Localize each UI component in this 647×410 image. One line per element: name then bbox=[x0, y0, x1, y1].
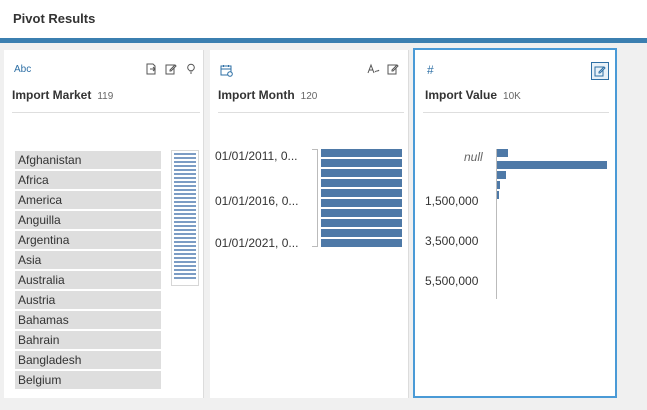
histogram-bar[interactable] bbox=[321, 149, 402, 157]
edit-icon[interactable] bbox=[386, 62, 400, 76]
list-item[interactable]: Belgium bbox=[15, 371, 161, 389]
axis-label: 01/01/2021, 0... bbox=[215, 236, 299, 250]
list-item[interactable]: Anguilla bbox=[15, 211, 161, 229]
card-actions bbox=[591, 62, 609, 80]
axis-label: 3,500,000 bbox=[425, 234, 479, 248]
distinct-count: 119 bbox=[97, 91, 114, 102]
lightbulb-icon[interactable] bbox=[184, 62, 198, 76]
value-list: Afghanistan Africa America Anguilla Arge… bbox=[15, 151, 161, 391]
histogram-bar[interactable] bbox=[321, 209, 402, 217]
calendar-icon bbox=[220, 64, 233, 80]
list-item[interactable]: Austria bbox=[15, 291, 161, 309]
field-name: Import Month 120 bbox=[218, 88, 317, 102]
histogram-bar[interactable] bbox=[497, 161, 607, 169]
number-type-icon: # bbox=[427, 63, 434, 77]
card-actions bbox=[144, 62, 198, 76]
header: Pivot Results bbox=[0, 0, 647, 38]
histogram-bar[interactable] bbox=[497, 181, 500, 189]
expand-icon[interactable] bbox=[144, 62, 158, 76]
field-title: Import Value bbox=[425, 88, 498, 102]
page-title: Pivot Results bbox=[13, 11, 96, 26]
histogram-bar[interactable] bbox=[321, 219, 402, 227]
histogram-bar[interactable] bbox=[321, 159, 402, 167]
list-item[interactable]: Argentina bbox=[15, 231, 161, 249]
list-item[interactable]: Bahamas bbox=[15, 311, 161, 329]
axis-label: 01/01/2011, 0... bbox=[215, 149, 298, 163]
axis-label: 01/01/2016, 0... bbox=[215, 194, 299, 208]
edit-icon[interactable] bbox=[591, 62, 609, 80]
axis-label: 1,500,000 bbox=[425, 194, 479, 208]
histogram-bar[interactable] bbox=[497, 191, 499, 199]
list-item[interactable]: Afghanistan bbox=[15, 151, 161, 169]
histogram-bar[interactable] bbox=[497, 171, 506, 179]
histogram-bar[interactable] bbox=[321, 239, 402, 247]
histogram-bar[interactable] bbox=[497, 149, 508, 157]
histogram-bar[interactable] bbox=[321, 229, 402, 237]
histogram-bar[interactable] bbox=[321, 189, 402, 197]
null-label: null bbox=[464, 150, 483, 164]
axis-line bbox=[317, 149, 318, 247]
list-item[interactable]: Bangladesh bbox=[15, 351, 161, 369]
list-item[interactable]: Australia bbox=[15, 271, 161, 289]
field-title: Import Market bbox=[12, 88, 92, 102]
accent-bar bbox=[0, 38, 647, 43]
list-item[interactable]: Africa bbox=[15, 171, 161, 189]
edit-icon[interactable] bbox=[164, 62, 178, 76]
list-item[interactable]: America bbox=[15, 191, 161, 209]
distinct-count: 10K bbox=[503, 91, 521, 102]
distinct-count: 120 bbox=[300, 91, 318, 102]
list-item[interactable]: Asia bbox=[15, 251, 161, 269]
field-title: Import Month bbox=[218, 88, 295, 102]
histogram-bar[interactable] bbox=[321, 179, 402, 187]
divider bbox=[12, 112, 200, 113]
overview-scrollbar[interactable] bbox=[171, 150, 199, 286]
profile-card-import-market[interactable]: Abc Import Market 119 Afghanistan Africa … bbox=[4, 50, 204, 398]
divider bbox=[423, 112, 609, 113]
field-name: Import Market 119 bbox=[12, 88, 113, 102]
histogram-bar[interactable] bbox=[321, 199, 402, 207]
list-item[interactable]: Bahrain bbox=[15, 331, 161, 349]
text-format-icon[interactable] bbox=[366, 62, 380, 76]
string-type-icon: Abc bbox=[14, 64, 32, 75]
histogram-bar[interactable] bbox=[321, 169, 402, 177]
divider bbox=[218, 112, 404, 113]
profile-card-import-month[interactable]: Import Month 120 01/01/2011, 0... 01/01/2… bbox=[210, 50, 409, 398]
card-actions bbox=[366, 62, 400, 76]
profile-card-import-value[interactable]: # Import Value 10K null 1,500,000 3,500,0… bbox=[413, 48, 617, 398]
field-name: Import Value 10K bbox=[425, 88, 521, 102]
axis-label: 5,500,000 bbox=[425, 274, 479, 288]
